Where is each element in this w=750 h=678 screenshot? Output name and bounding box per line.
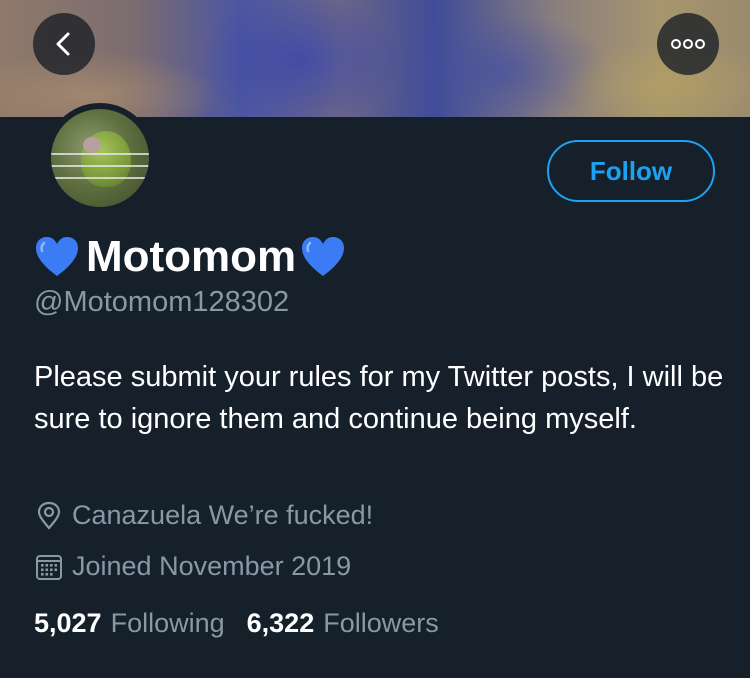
followers-stat[interactable]: 6,322 Followers (247, 608, 439, 639)
joined-row: Joined November 2019 (34, 551, 351, 582)
more-options-button[interactable] (657, 13, 719, 75)
joined-text: Joined November 2019 (72, 551, 352, 581)
location-row: Canazuela We’re fucked! (34, 500, 373, 531)
blue-heart-icon (36, 237, 78, 276)
following-count: 5,027 (34, 608, 102, 638)
chevron-left-icon (56, 32, 70, 56)
user-handle: @Motomom128302 (34, 286, 290, 318)
profile-page: Follow Motomom @Motomom128302 Please sub… (0, 0, 750, 678)
more-horizontal-icon (671, 39, 705, 49)
parrot-avatar (51, 109, 149, 207)
blue-heart-icon (302, 237, 345, 276)
calendar-icon (36, 554, 62, 580)
location-text: Canazuela We’re fucked! (72, 500, 374, 530)
profile-banner[interactable] (0, 0, 750, 117)
avatar[interactable] (45, 103, 155, 213)
following-label: Following (110, 608, 225, 638)
follow-button[interactable]: Follow (547, 140, 715, 202)
following-stat[interactable]: 5,027 Following (34, 608, 225, 639)
display-name: Motomom (86, 232, 297, 281)
profile-bio: Please submit your rules for my Twitter … (34, 361, 724, 435)
followers-label: Followers (323, 608, 439, 638)
follow-stats: 5,027 Following 6,322 Followers (34, 608, 461, 639)
back-button[interactable] (33, 13, 95, 75)
location-pin-icon (37, 501, 61, 530)
followers-count: 6,322 (246, 608, 315, 638)
display-name-row: Motomom (34, 230, 346, 284)
